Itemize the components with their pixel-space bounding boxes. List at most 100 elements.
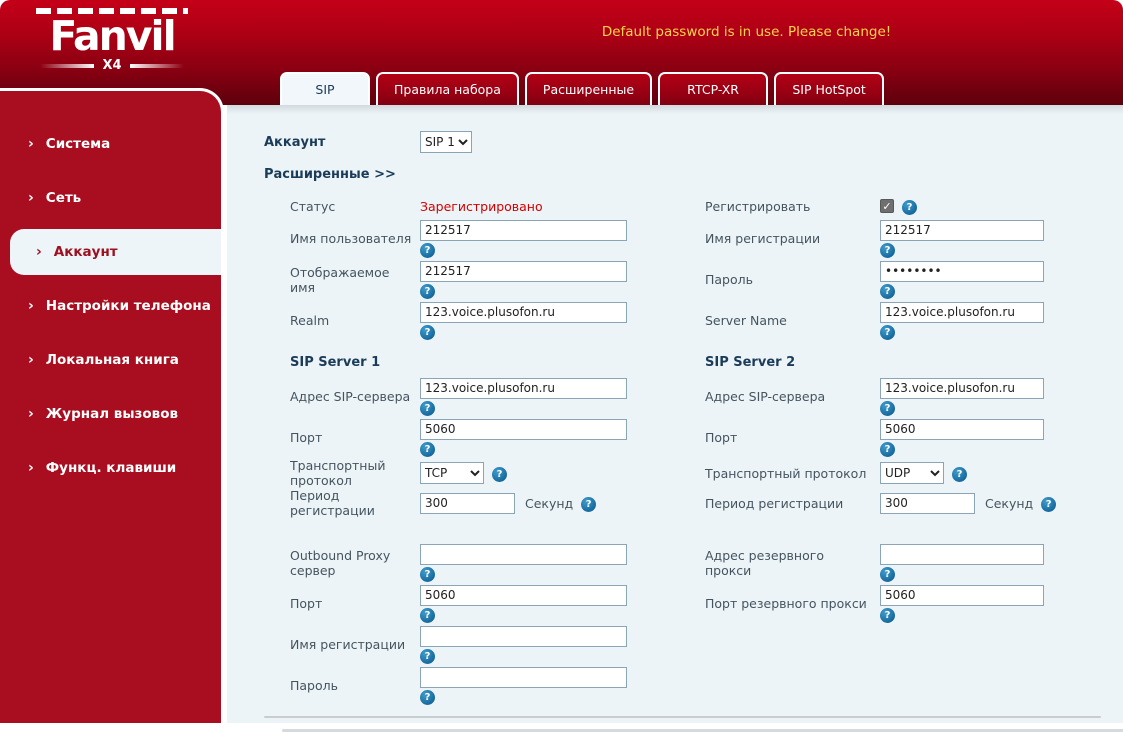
proxy-port-label: Порт [290, 596, 323, 611]
section-divider [264, 716, 1101, 718]
password-input[interactable] [880, 260, 1044, 282]
help-icon[interactable]: ? [902, 199, 917, 215]
help-icon[interactable]: ? [880, 441, 895, 457]
tab-sip-hotspot[interactable]: SIP HotSpot [774, 72, 885, 105]
model-name: X4 [102, 58, 122, 74]
proxy-port-input[interactable] [420, 584, 627, 606]
help-icon[interactable]: ? [420, 242, 435, 258]
help-icon[interactable]: ? [420, 689, 435, 705]
reg-name-label: Имя регистрации [705, 231, 821, 246]
help-icon[interactable]: ? [581, 496, 597, 512]
fanvil-logo: Fanvil X4 [26, 8, 198, 73]
realm-input[interactable] [420, 301, 627, 323]
help-icon[interactable]: ? [880, 566, 895, 582]
server1-address-label: Адрес SIP-сервера [290, 389, 411, 404]
sidebar-item-system[interactable]: › Система [0, 121, 221, 167]
tab-rtcp-xr[interactable]: RTCP-XR [658, 72, 769, 105]
username-input[interactable] [420, 219, 627, 241]
username-label: Имя пользователя [290, 231, 412, 246]
help-icon[interactable]: ? [880, 400, 895, 416]
logo-line-right [129, 63, 185, 68]
chevron-right-icon: › [28, 352, 34, 368]
sidebar-item-phone-settings[interactable]: › Настройки телефона [0, 283, 221, 329]
server1-reg-period-unit: Секунд [525, 495, 574, 511]
chevron-right-icon: › [36, 244, 42, 260]
sidebar-item-label: Настройки телефона [45, 298, 211, 314]
server2-address-input[interactable] [880, 377, 1044, 399]
register-label: Регистрировать [705, 198, 811, 214]
sidebar-item-label: Локальная книга [45, 352, 179, 368]
help-icon[interactable]: ? [492, 466, 507, 482]
help-icon[interactable]: ? [952, 466, 967, 482]
help-icon[interactable]: ? [1041, 496, 1057, 512]
sidebar-item-label: Аккаунт [53, 244, 118, 260]
proxy-auth-password-input[interactable] [420, 666, 627, 688]
logo-line-left [40, 63, 95, 68]
main-content: Аккаунт SIP 1 Расширенные >> Статус Заре… [227, 105, 1123, 732]
server2-port-label: Порт [705, 430, 738, 445]
backup-proxy-port-input[interactable] [880, 584, 1044, 606]
backup-proxy-port-label: Порт резервного прокси [705, 596, 867, 611]
server-name-input[interactable] [880, 301, 1044, 323]
backup-proxy-address-input[interactable] [880, 543, 1044, 565]
sidebar-item-function-keys[interactable]: › Функц. клавиши [0, 445, 221, 491]
advanced-toggle[interactable]: Расширенные >> [264, 167, 1123, 182]
server1-transport-select[interactable]: TCP [420, 462, 484, 484]
server1-reg-period-label: Период регистрации [290, 488, 375, 518]
account-select-label: Аккаунт [264, 134, 326, 150]
help-icon[interactable]: ? [420, 607, 435, 623]
proxy-auth-password-label: Пароль [290, 678, 338, 693]
help-icon[interactable]: ? [880, 324, 895, 340]
tab-advanced[interactable]: Расширенные [524, 72, 653, 105]
display-name-input[interactable] [420, 260, 627, 282]
chevron-right-icon: › [28, 406, 34, 422]
sidebar-item-label: Журнал вызовов [45, 406, 179, 422]
chevron-right-icon: › [28, 460, 34, 476]
proxy-auth-name-input[interactable] [420, 625, 627, 647]
help-icon[interactable]: ? [880, 607, 895, 623]
outbound-proxy-label: Outbound Proxy сервер [290, 547, 391, 578]
sidebar-item-network[interactable]: › Сеть [0, 175, 221, 221]
server2-transport-select[interactable]: UDP [880, 462, 944, 484]
help-icon[interactable]: ? [880, 242, 895, 258]
help-icon[interactable]: ? [420, 324, 435, 340]
server1-reg-period-input[interactable] [420, 492, 515, 514]
help-icon[interactable]: ? [420, 441, 435, 457]
sidebar-item-call-log[interactable]: › Журнал вызовов [0, 391, 221, 437]
outbound-proxy-input[interactable] [420, 543, 627, 565]
account-select[interactable]: SIP 1 [420, 131, 472, 153]
brand-name: Fanvil [49, 12, 176, 60]
reg-name-input[interactable] [880, 219, 1044, 241]
help-icon[interactable]: ? [420, 566, 435, 582]
server2-address-label: Адрес SIP-сервера [705, 389, 826, 404]
server1-address-input[interactable] [420, 377, 627, 399]
help-icon[interactable]: ? [420, 283, 435, 299]
chevron-right-icon: › [28, 190, 34, 206]
server1-port-input[interactable] [420, 418, 627, 440]
sidebar-item-phonebook[interactable]: › Локальная книга [0, 337, 221, 383]
sip-server-2-heading: SIP Server 2 [705, 355, 796, 370]
sidebar-item-label: Функц. клавиши [45, 460, 177, 476]
server2-reg-period-input[interactable] [880, 492, 975, 514]
tab-dial-rules[interactable]: Правила набора [376, 72, 519, 105]
sip-server-1-heading: SIP Server 1 [290, 355, 381, 370]
server1-port-label: Порт [290, 430, 323, 445]
sidebar: › Система › Сеть › Аккаунт › Настройки т… [0, 88, 224, 723]
sidebar-item-account[interactable]: › Аккаунт [10, 229, 221, 275]
chevron-right-icon: › [28, 136, 34, 152]
server2-port-input[interactable] [880, 418, 1044, 440]
server1-transport-label: Транспортный протокол [290, 458, 386, 488]
chevron-right-icon: › [28, 298, 34, 314]
help-icon[interactable]: ? [880, 283, 895, 299]
default-password-warning: Default password is in use. Please chang… [601, 24, 892, 40]
backup-proxy-address-label: Адрес резервного прокси [705, 547, 824, 578]
register-checkbox[interactable] [880, 199, 894, 213]
tab-sip[interactable]: SIP [280, 72, 370, 105]
display-name-label: Отображаемое имя [290, 264, 390, 295]
help-icon[interactable]: ? [420, 648, 435, 664]
sidebar-item-label: Сеть [45, 190, 82, 206]
tab-bar: SIP Правила набора Расширенные RTCP-XR S… [280, 72, 885, 105]
help-icon[interactable]: ? [420, 400, 435, 416]
password-label: Пароль [705, 272, 753, 287]
status-label: Статус [290, 198, 336, 214]
